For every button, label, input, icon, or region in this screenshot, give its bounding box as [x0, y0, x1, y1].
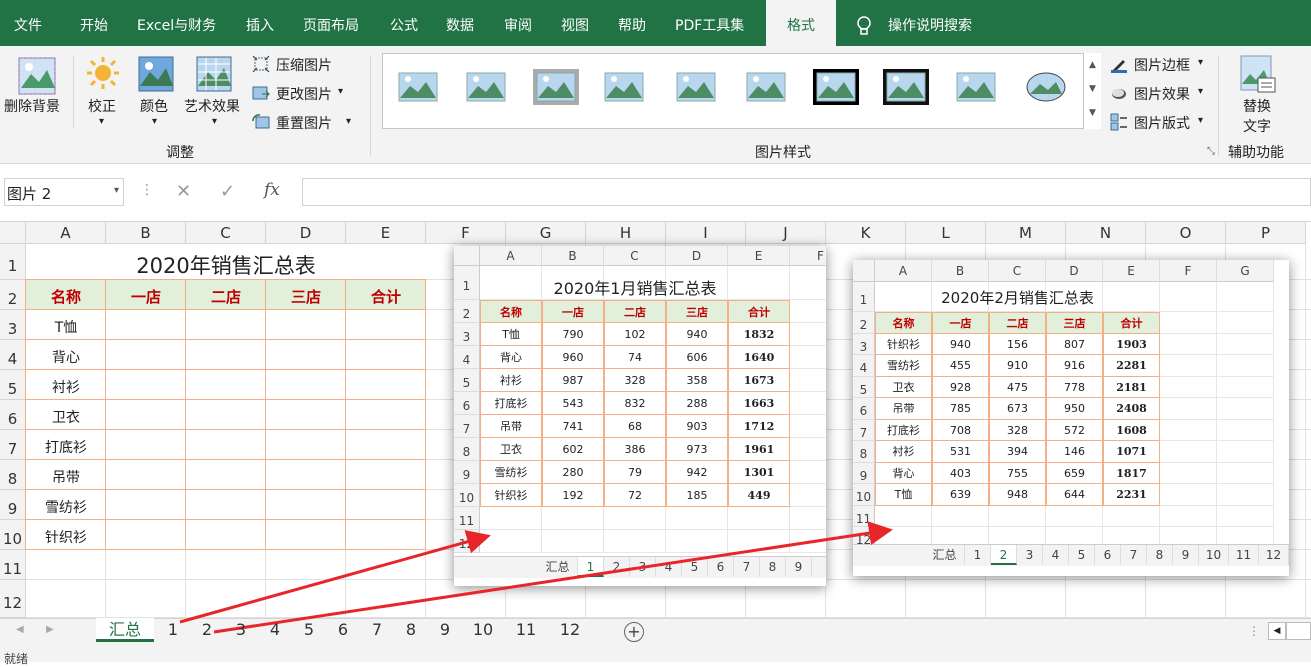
- ribbon-tab-11[interactable]: 格式: [766, 0, 836, 47]
- sheet-tab-汇总[interactable]: 汇总: [96, 618, 154, 642]
- sheet-tab-3[interactable]: 3: [224, 618, 258, 642]
- picture-style-3[interactable]: [532, 68, 580, 108]
- sheet-tab-2[interactable]: 2: [190, 618, 224, 642]
- ribbon-tab-10[interactable]: PDF工具集: [675, 0, 744, 46]
- sheet-tab-12[interactable]: 12: [548, 618, 592, 642]
- sheet-tab-1[interactable]: 1: [156, 618, 190, 642]
- ribbon-tab-2[interactable]: Excel与财务: [137, 0, 216, 46]
- picture-style-4[interactable]: [600, 68, 648, 108]
- sheet-tab-6[interactable]: 6: [326, 618, 360, 642]
- arrow-to-feb: [213, 521, 893, 634]
- sheet-tab-8[interactable]: 8: [394, 618, 428, 642]
- ribbon-tab-0[interactable]: 文件: [14, 0, 42, 46]
- sheet-tab-11[interactable]: 11: [504, 618, 548, 642]
- arrow-to-jan: [179, 530, 491, 624]
- picture-style-2[interactable]: [462, 68, 510, 108]
- sheet-tab-5[interactable]: 5: [292, 618, 326, 642]
- ribbon-tab-5[interactable]: 公式: [390, 0, 418, 46]
- picture-style-9[interactable]: [952, 68, 1000, 108]
- sheet-tab-10[interactable]: 10: [462, 618, 504, 642]
- annotation-arrows: [179, 521, 893, 634]
- picture-style-10[interactable]: [1022, 68, 1070, 108]
- ribbon-tab-1[interactable]: 开始: [80, 0, 108, 46]
- picture-style-8[interactable]: [882, 68, 930, 108]
- sheet-tab-7[interactable]: 7: [360, 618, 394, 642]
- ribbon-tab-6[interactable]: 数据: [446, 0, 474, 46]
- picture-style-7[interactable]: [812, 68, 860, 108]
- picture-style-5[interactable]: [672, 68, 720, 108]
- ribbon-tab-3[interactable]: 插入: [246, 0, 274, 46]
- ribbon-tab-7[interactable]: 审阅: [504, 0, 532, 46]
- sheet-tab-4[interactable]: 4: [258, 618, 292, 642]
- picture-style-1[interactable]: [394, 68, 442, 108]
- sheet-tab-9[interactable]: 9: [428, 618, 462, 642]
- picture-style-6[interactable]: [742, 68, 790, 108]
- ribbon-tab-9[interactable]: 帮助: [618, 0, 646, 46]
- ribbon-tab-8[interactable]: 视图: [561, 0, 589, 46]
- ribbon-tab-4[interactable]: 页面布局: [303, 0, 359, 46]
